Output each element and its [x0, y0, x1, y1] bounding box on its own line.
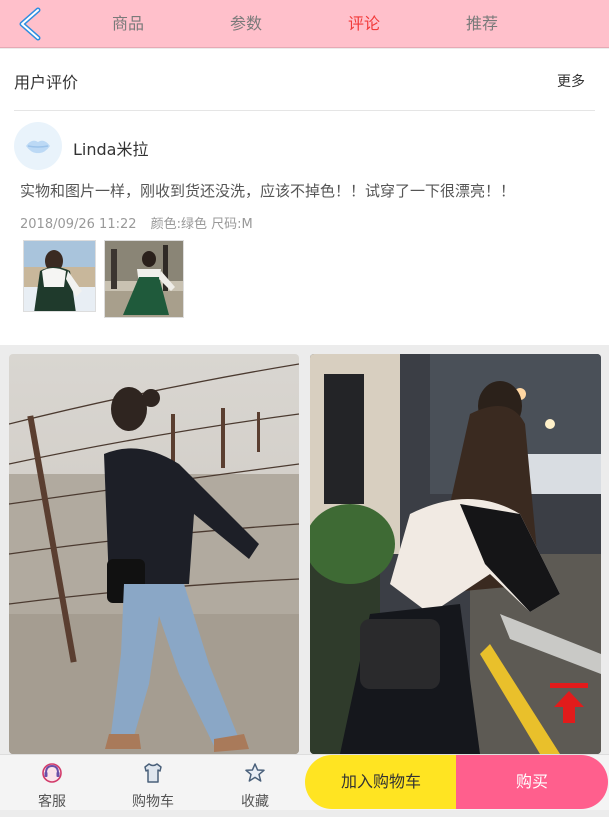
back-button[interactable]: [14, 6, 50, 42]
review-date: 2018/09/26 11:22: [20, 217, 137, 232]
customer-service-label: 客服: [38, 794, 66, 810]
review-color: 颜色:绿色: [150, 217, 208, 232]
avatar[interactable]: [14, 122, 62, 170]
cart-button[interactable]: 购物车: [123, 755, 183, 811]
headset-icon: [42, 763, 62, 783]
review-section: 用户评价 更多 Linda米拉 实物和图片一样，刚收到货还没洗，应该不掉色！！试…: [0, 49, 609, 345]
shirt-icon: [144, 763, 162, 783]
divider: [14, 110, 595, 111]
tab-params[interactable]: 参数: [216, 0, 276, 48]
review-photo-2: [105, 241, 183, 317]
review-photo-thumb[interactable]: [104, 240, 184, 318]
customer-service-button[interactable]: 客服: [22, 755, 82, 811]
review-size: 尺码:M: [211, 217, 253, 232]
back-to-top-button[interactable]: [548, 681, 590, 725]
buy-button[interactable]: 购买: [456, 755, 608, 809]
product-photo[interactable]: [9, 354, 299, 754]
top-nav: 商品 参数 评论 推荐: [0, 0, 609, 48]
star-icon: [245, 763, 265, 782]
review-text: 实物和图片一样，刚收到货还没洗，应该不掉色！！试穿了一下很漂亮！！: [20, 182, 516, 200]
favorite-button[interactable]: 收藏: [225, 755, 285, 811]
more-link[interactable]: 更多: [557, 71, 585, 91]
arrow-up-icon: [550, 683, 588, 723]
cart-label: 购物车: [132, 794, 174, 810]
tab-goods[interactable]: 商品: [98, 0, 158, 48]
product-photo-1: [9, 354, 299, 754]
favorite-label: 收藏: [241, 794, 269, 810]
section-title: 用户评价: [14, 73, 79, 92]
tab-review[interactable]: 评论: [334, 0, 394, 48]
chevron-left-icon: [19, 7, 41, 41]
lips-avatar-icon: [26, 140, 50, 154]
tab-recommend[interactable]: 推荐: [452, 0, 512, 48]
review-photo-thumb[interactable]: [23, 240, 96, 312]
review-meta: 2018/09/26 11:22 颜色:绿色 尺码:M: [20, 213, 263, 232]
add-to-cart-button[interactable]: 加入购物车: [305, 755, 457, 809]
review-photo-1: [24, 241, 95, 311]
username: Linda米拉: [73, 140, 149, 159]
